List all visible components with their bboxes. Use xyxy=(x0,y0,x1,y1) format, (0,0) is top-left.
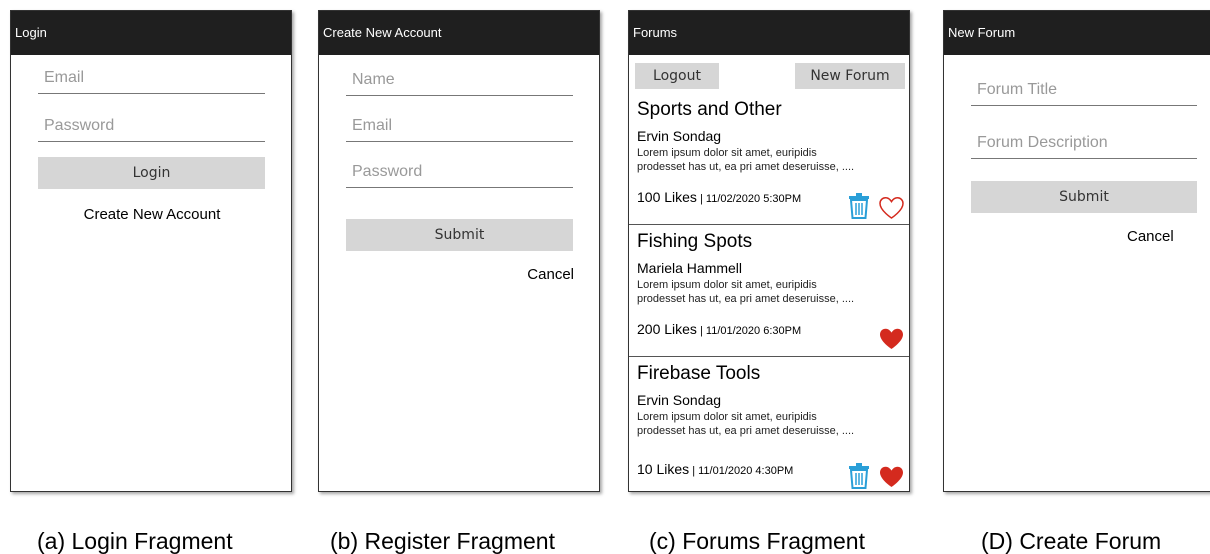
register-fragment: Create New Account Name Email Password S… xyxy=(318,10,600,492)
forum-description-line: Lorem ipsum dolor sit amet, euripidis xyxy=(637,411,817,423)
create-account-link[interactable]: Create New Account xyxy=(11,206,291,223)
caption-register: (b) Register Fragment xyxy=(330,528,555,554)
forum-title: Fishing Spots xyxy=(637,231,753,252)
login-button[interactable]: Login xyxy=(38,157,265,189)
forum-card[interactable]: Fishing Spots Mariela Hammell Lorem ipsu… xyxy=(629,225,909,357)
name-field[interactable]: Name xyxy=(346,71,573,96)
post-date: | 11/02/2020 5:30PM xyxy=(696,193,802,205)
login-titlebar: Login xyxy=(11,11,291,55)
heart-filled-icon[interactable] xyxy=(878,327,905,351)
forum-title: Sports and Other xyxy=(637,99,782,120)
forum-description-line: Lorem ipsum dolor sit amet, euripidis xyxy=(637,279,817,291)
forum-description-line: prodesset has ut, ea pri amet deseruisse… xyxy=(637,425,855,437)
post-date: | 11/01/2020 4:30PM xyxy=(689,465,794,477)
forum-description-line: prodesset has ut, ea pri amet deseruisse… xyxy=(637,161,855,173)
new-forum-titlebar: New Forum xyxy=(944,11,1210,55)
forum-title-field[interactable]: Forum Title xyxy=(971,81,1197,106)
forum-author: Ervin Sondag xyxy=(637,128,722,144)
likes-count: 200 Likes xyxy=(637,321,697,337)
forum-meta: 200 Likes | 11/01/2020 6:30PM xyxy=(637,321,801,337)
caption-forums: (c) Forums Fragment xyxy=(649,528,865,554)
email-field[interactable]: Email xyxy=(38,69,265,94)
register-titlebar: Create New Account xyxy=(319,11,599,55)
forum-meta: 10 Likes | 11/01/2020 4:30PM xyxy=(637,461,793,477)
forum-author: Ervin Sondag xyxy=(637,392,722,408)
forum-author: Mariela Hammell xyxy=(637,260,743,276)
submit-button[interactable]: Submit xyxy=(346,219,573,251)
forum-description-line: prodesset has ut, ea pri amet deseruisse… xyxy=(637,293,855,305)
submit-button[interactable]: Submit xyxy=(971,181,1197,213)
forum-title: Firebase Tools xyxy=(637,363,761,384)
password-field[interactable]: Password xyxy=(38,117,265,142)
heart-filled-icon[interactable] xyxy=(878,465,905,489)
forums-fragment: Forums Logout New Forum Sports and Other… xyxy=(628,10,910,492)
login-fragment: Login Email Password Login Create New Ac… xyxy=(10,10,292,492)
password-field[interactable]: Password xyxy=(346,163,573,188)
cancel-link[interactable]: Cancel xyxy=(1127,228,1174,245)
forum-card[interactable]: Sports and Other Ervin Sondag Lorem ipsu… xyxy=(629,93,909,225)
caption-create-forum: (D) Create Forum xyxy=(981,528,1162,554)
forum-description: Lorem ipsum dolor sit amet, euripidis pr… xyxy=(637,278,907,306)
forum-description: Lorem ipsum dolor sit amet, euripidis pr… xyxy=(637,410,907,438)
forum-description-line: Lorem ipsum dolor sit amet, euripidis xyxy=(637,147,817,159)
forum-description: Lorem ipsum dolor sit amet, euripidis pr… xyxy=(637,146,907,174)
caption-login: (a) Login Fragment xyxy=(37,528,233,554)
forum-meta: 100 Likes | 11/02/2020 5:30PM xyxy=(637,189,801,205)
email-field[interactable]: Email xyxy=(346,117,573,142)
trash-icon[interactable] xyxy=(848,193,870,219)
cancel-link[interactable]: Cancel xyxy=(527,266,574,283)
likes-count: 10 Likes xyxy=(637,461,690,477)
trash-icon[interactable] xyxy=(848,463,870,489)
forum-card[interactable]: Firebase Tools Ervin Sondag Lorem ipsum … xyxy=(629,357,909,491)
heart-outline-icon[interactable] xyxy=(878,196,905,220)
post-date: | 11/01/2020 6:30PM xyxy=(696,325,802,337)
logout-button[interactable]: Logout xyxy=(635,63,719,89)
forum-description-field[interactable]: Forum Description xyxy=(971,134,1197,159)
forums-titlebar: Forums xyxy=(629,11,909,55)
new-forum-button[interactable]: New Forum xyxy=(795,63,905,89)
likes-count: 100 Likes xyxy=(637,189,697,205)
new-forum-fragment: New Forum Forum Title Forum Description … xyxy=(943,10,1210,492)
